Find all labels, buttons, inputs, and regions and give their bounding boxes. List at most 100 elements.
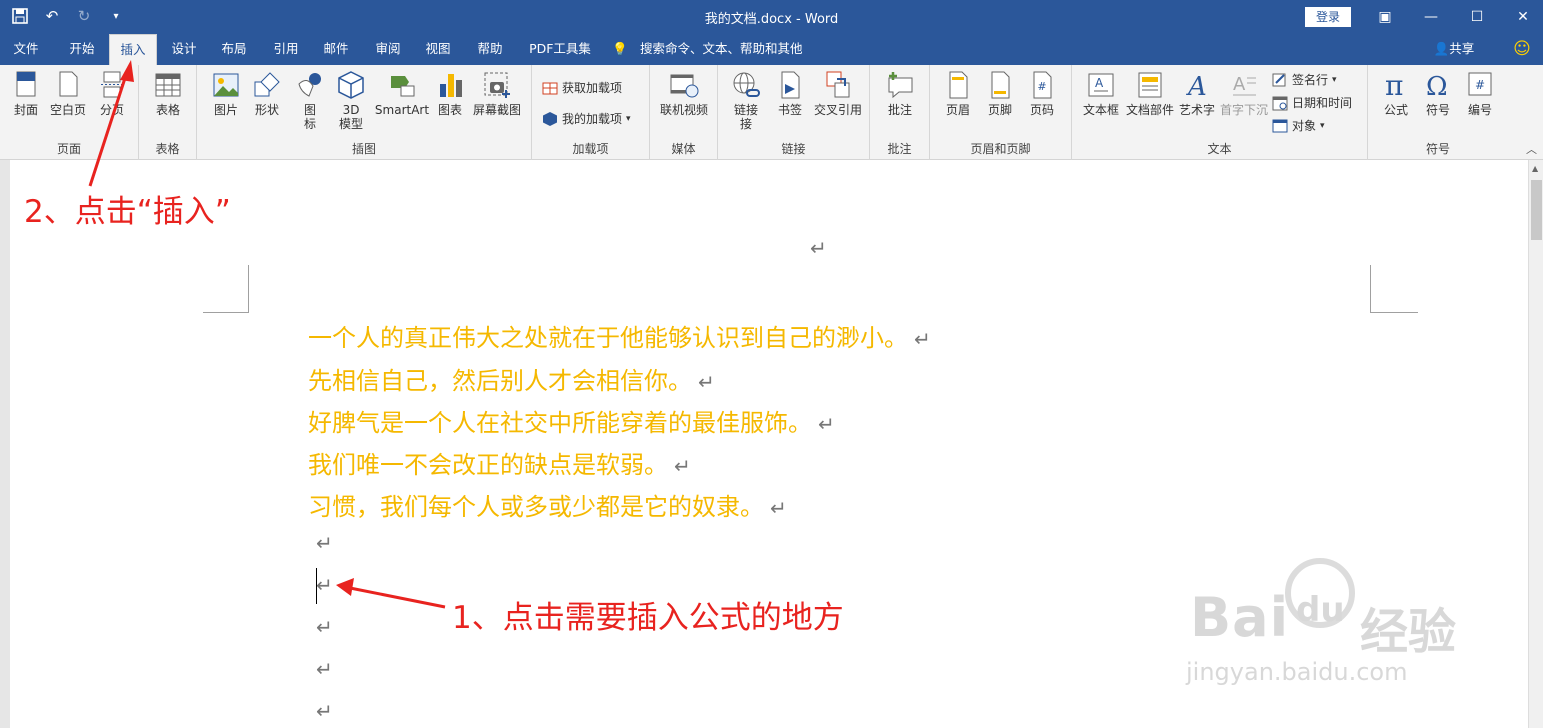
empty-paragraph-2[interactable]: ↵ — [316, 573, 333, 597]
table-button[interactable]: 表格 — [148, 70, 188, 117]
tab-references[interactable]: 引用 — [262, 34, 310, 65]
group-label-tables: 表格 — [155, 142, 180, 156]
3d-models-button[interactable]: 3D 模型 — [333, 70, 369, 131]
group-label-comments: 批注 — [887, 142, 912, 156]
online-video-button[interactable]: 联机视频 — [656, 70, 712, 117]
blank-page-button[interactable]: 空白页 — [48, 70, 88, 117]
bookmark-button[interactable]: 书签 — [770, 70, 810, 117]
symbol-button[interactable]: Ω 符号 — [1418, 70, 1458, 117]
footer-button[interactable]: 页脚 — [980, 70, 1020, 117]
share-button[interactable]: 👤共享 — [1430, 34, 1478, 65]
login-button[interactable]: 登录 — [1305, 7, 1351, 27]
svg-text:Ω: Ω — [1426, 72, 1448, 100]
tab-help[interactable]: 帮助 — [466, 34, 514, 65]
equation-button[interactable]: π 公式 — [1376, 70, 1416, 117]
svg-text:π: π — [1385, 70, 1403, 100]
tell-me-search[interactable]: 搜索命令、文本、帮助和其他 — [640, 34, 810, 65]
tab-mailings[interactable]: 邮件 — [312, 34, 360, 65]
margin-mark-tr-h — [1370, 312, 1418, 313]
object-icon — [1272, 119, 1288, 132]
cross-reference-icon — [826, 71, 850, 98]
group-text: A 文本框 文档部件 A 艺术字 A 首字下沉 签名行 ▾ 日期和时间 对象 ▾ 文… — [1072, 65, 1368, 160]
pictures-button[interactable]: 图片 — [205, 70, 247, 117]
vertical-scrollbar[interactable]: ▲ — [1528, 160, 1543, 728]
drop-cap-button[interactable]: A 首字下沉 — [1218, 70, 1270, 117]
group-tables: 表格 表格 — [139, 65, 197, 160]
link-button[interactable]: 链接 接 — [726, 70, 766, 131]
cover-page-button[interactable]: 封面 — [6, 70, 46, 117]
object-button[interactable]: 对象 ▾ — [1272, 117, 1325, 134]
ribbon-insert: 封面 空白页 分页 页面 表格 表格 图片 形状 图标 3D 模型 SmartA… — [0, 65, 1543, 160]
group-label-text: 文本 — [1207, 142, 1232, 156]
svg-text:A: A — [1233, 74, 1246, 95]
tab-insert[interactable]: 插入 — [109, 34, 157, 65]
group-label-pages: 页面 — [56, 142, 81, 156]
page-break-icon — [101, 71, 123, 98]
paragraph-2[interactable]: 先相信自己，然后别人才会相信你。 ↵ — [308, 361, 715, 396]
smiley-icon[interactable]: ☺ — [1510, 34, 1534, 65]
scrollbar-thumb[interactable] — [1531, 180, 1542, 240]
chart-button[interactable]: 图表 — [433, 70, 467, 117]
tab-layout[interactable]: 布局 — [210, 34, 258, 65]
minimize-button[interactable]: — — [1408, 0, 1454, 34]
empty-paragraph-4[interactable]: ↵ — [316, 657, 333, 681]
my-addins-button[interactable]: 我的加载项 ▾ — [542, 110, 631, 127]
smartart-button[interactable]: SmartArt — [372, 70, 432, 117]
page-number-icon: # — [1033, 71, 1052, 99]
page-break-button[interactable]: 分页 — [92, 70, 132, 117]
wordart-button[interactable]: A 艺术字 — [1176, 70, 1218, 117]
header-return-mark: ↵ — [810, 236, 827, 260]
group-header-footer: 页眉 页脚 # 页码 页眉和页脚 — [930, 65, 1072, 160]
date-time-button[interactable]: 日期和时间 — [1272, 94, 1352, 111]
signature-icon — [1272, 73, 1286, 86]
number-button[interactable]: # 编号 — [1460, 70, 1500, 117]
group-illustrations: 图片 形状 图标 3D 模型 SmartArt 图表 屏幕截图 插图 — [197, 65, 532, 160]
watermark-url: jingyan.baidu.com — [1186, 658, 1408, 686]
group-pages: 封面 空白页 分页 页面 — [0, 65, 139, 160]
globe-link-icon — [733, 72, 760, 97]
header-icon — [949, 71, 968, 99]
page-number-button[interactable]: # 页码 — [1022, 70, 1062, 117]
collapse-ribbon-icon[interactable]: ︿ — [1526, 141, 1537, 157]
tab-home[interactable]: 开始 — [58, 34, 106, 65]
paragraph-4[interactable]: 我们唯一不会改正的缺点是软弱。 ↵ — [308, 445, 691, 480]
empty-paragraph-3[interactable]: ↵ — [316, 615, 333, 639]
text-box-button[interactable]: A 文本框 — [1080, 70, 1122, 117]
screenshot-button[interactable]: 屏幕截图 — [469, 70, 525, 117]
cross-reference-button[interactable]: 交叉引用 — [810, 70, 866, 117]
tab-file[interactable]: 文件 — [4, 34, 48, 65]
svg-text:#: # — [1037, 80, 1046, 93]
signature-line-button[interactable]: 签名行 ▾ — [1272, 71, 1337, 88]
paragraph-1[interactable]: 一个人的真正伟大之处就在于他能够认识到自己的渺小。 ↵ — [308, 318, 931, 353]
group-label-addins: 加载项 — [572, 142, 609, 156]
paragraph-3[interactable]: 好脾气是一个人在社交中所能穿着的最佳服饰。 ↵ — [308, 403, 835, 438]
paragraph-5[interactable]: 习惯，我们每个人或多或少都是它的奴隶。 ↵ — [308, 487, 787, 522]
ribbon-display-options-icon[interactable]: ▣ — [1362, 0, 1408, 34]
get-addins-button[interactable]: 获取加载项 — [542, 79, 622, 96]
annotation-step-2: 2、点击“插入” — [24, 194, 231, 230]
tab-design[interactable]: 设计 — [160, 34, 208, 65]
shapes-button[interactable]: 形状 — [247, 70, 287, 117]
tab-view[interactable]: 视图 — [414, 34, 462, 65]
empty-paragraph-5[interactable]: ↵ — [316, 699, 333, 723]
tab-review[interactable]: 审阅 — [364, 34, 412, 65]
icons-button[interactable]: 图标 — [291, 70, 329, 131]
group-addins: 获取加载项 我的加载项 ▾ 加载项 — [532, 65, 650, 160]
icons-icon — [298, 73, 321, 97]
text-box-icon: A — [1088, 73, 1114, 97]
tab-pdf-tools[interactable]: PDF工具集 — [520, 34, 600, 65]
number-icon: # — [1468, 72, 1492, 96]
drop-cap-icon: A — [1233, 74, 1256, 96]
bookmark-icon — [781, 71, 800, 99]
header-button[interactable]: 页眉 — [938, 70, 978, 117]
document-canvas[interactable] — [10, 160, 1528, 728]
quick-parts-button[interactable]: 文档部件 — [1124, 70, 1176, 117]
svg-text:#: # — [1475, 78, 1485, 92]
empty-paragraph-1[interactable]: ↵ — [316, 531, 333, 555]
group-label-illustrations: 插图 — [351, 142, 376, 156]
margin-mark-tr-v — [1370, 265, 1371, 313]
scroll-up-icon[interactable]: ▲ — [1532, 164, 1538, 173]
new-comment-button[interactable]: 批注 — [880, 70, 920, 117]
close-button[interactable]: ✕ — [1500, 0, 1543, 34]
maximize-button[interactable]: ☐ — [1454, 0, 1500, 34]
